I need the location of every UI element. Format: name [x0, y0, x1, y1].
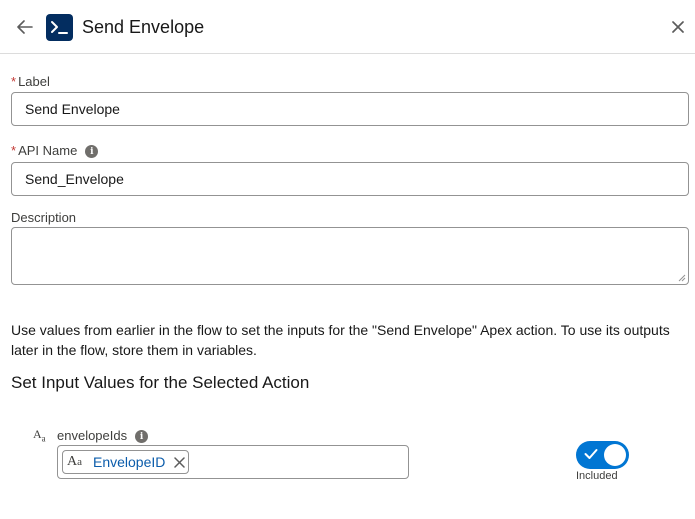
included-toggle[interactable]	[576, 441, 629, 469]
api-name-field-label: * API Name i	[11, 143, 99, 159]
pill-label: EnvelopeID	[93, 454, 166, 470]
apex-terminal-icon	[46, 14, 73, 41]
resource-pill[interactable]: Aa EnvelopeID	[62, 450, 189, 474]
info-icon[interactable]: i	[85, 145, 99, 159]
toggle-label: Included	[576, 470, 618, 482]
resize-grip-icon[interactable]	[678, 274, 686, 282]
text-type-icon: Aa	[67, 454, 83, 469]
api-name-input-value: Send_Envelope	[25, 171, 124, 187]
close-icon	[672, 21, 684, 33]
label-input-value: Send Envelope	[25, 101, 120, 117]
toggle-knob	[604, 444, 626, 466]
panel-title: Send Envelope	[82, 17, 205, 37]
label-input[interactable]: Send Envelope	[11, 92, 689, 126]
close-icon	[174, 456, 185, 468]
api-name-input[interactable]: Send_Envelope	[11, 162, 689, 196]
label-field-label: * Label	[11, 74, 50, 89]
back-button[interactable]	[14, 16, 36, 38]
help-text: Use values from earlier in the flow to s…	[11, 322, 670, 358]
check-icon	[584, 449, 598, 459]
description-textarea[interactable]	[11, 227, 689, 285]
param-label: envelopeIds i	[57, 428, 149, 444]
panel-header: Send Envelope	[0, 0, 695, 54]
section-title: Set Input Values for the Selected Action	[11, 373, 310, 392]
remove-pill-button[interactable]	[172, 455, 186, 469]
param-name: envelopeIds	[57, 428, 128, 443]
description-field-label: Description	[11, 210, 77, 225]
param-value-input[interactable]: Aa EnvelopeID	[57, 445, 409, 479]
arrow-left-icon	[17, 20, 33, 34]
close-button[interactable]	[667, 16, 689, 38]
info-icon[interactable]: i	[135, 430, 149, 444]
label-field-label-text: Label	[18, 74, 50, 89]
required-marker: *	[11, 74, 17, 89]
required-marker: *	[11, 143, 17, 158]
api-name-field-label-text: API Name	[18, 143, 78, 158]
text-type-icon: Aa	[33, 427, 46, 444]
